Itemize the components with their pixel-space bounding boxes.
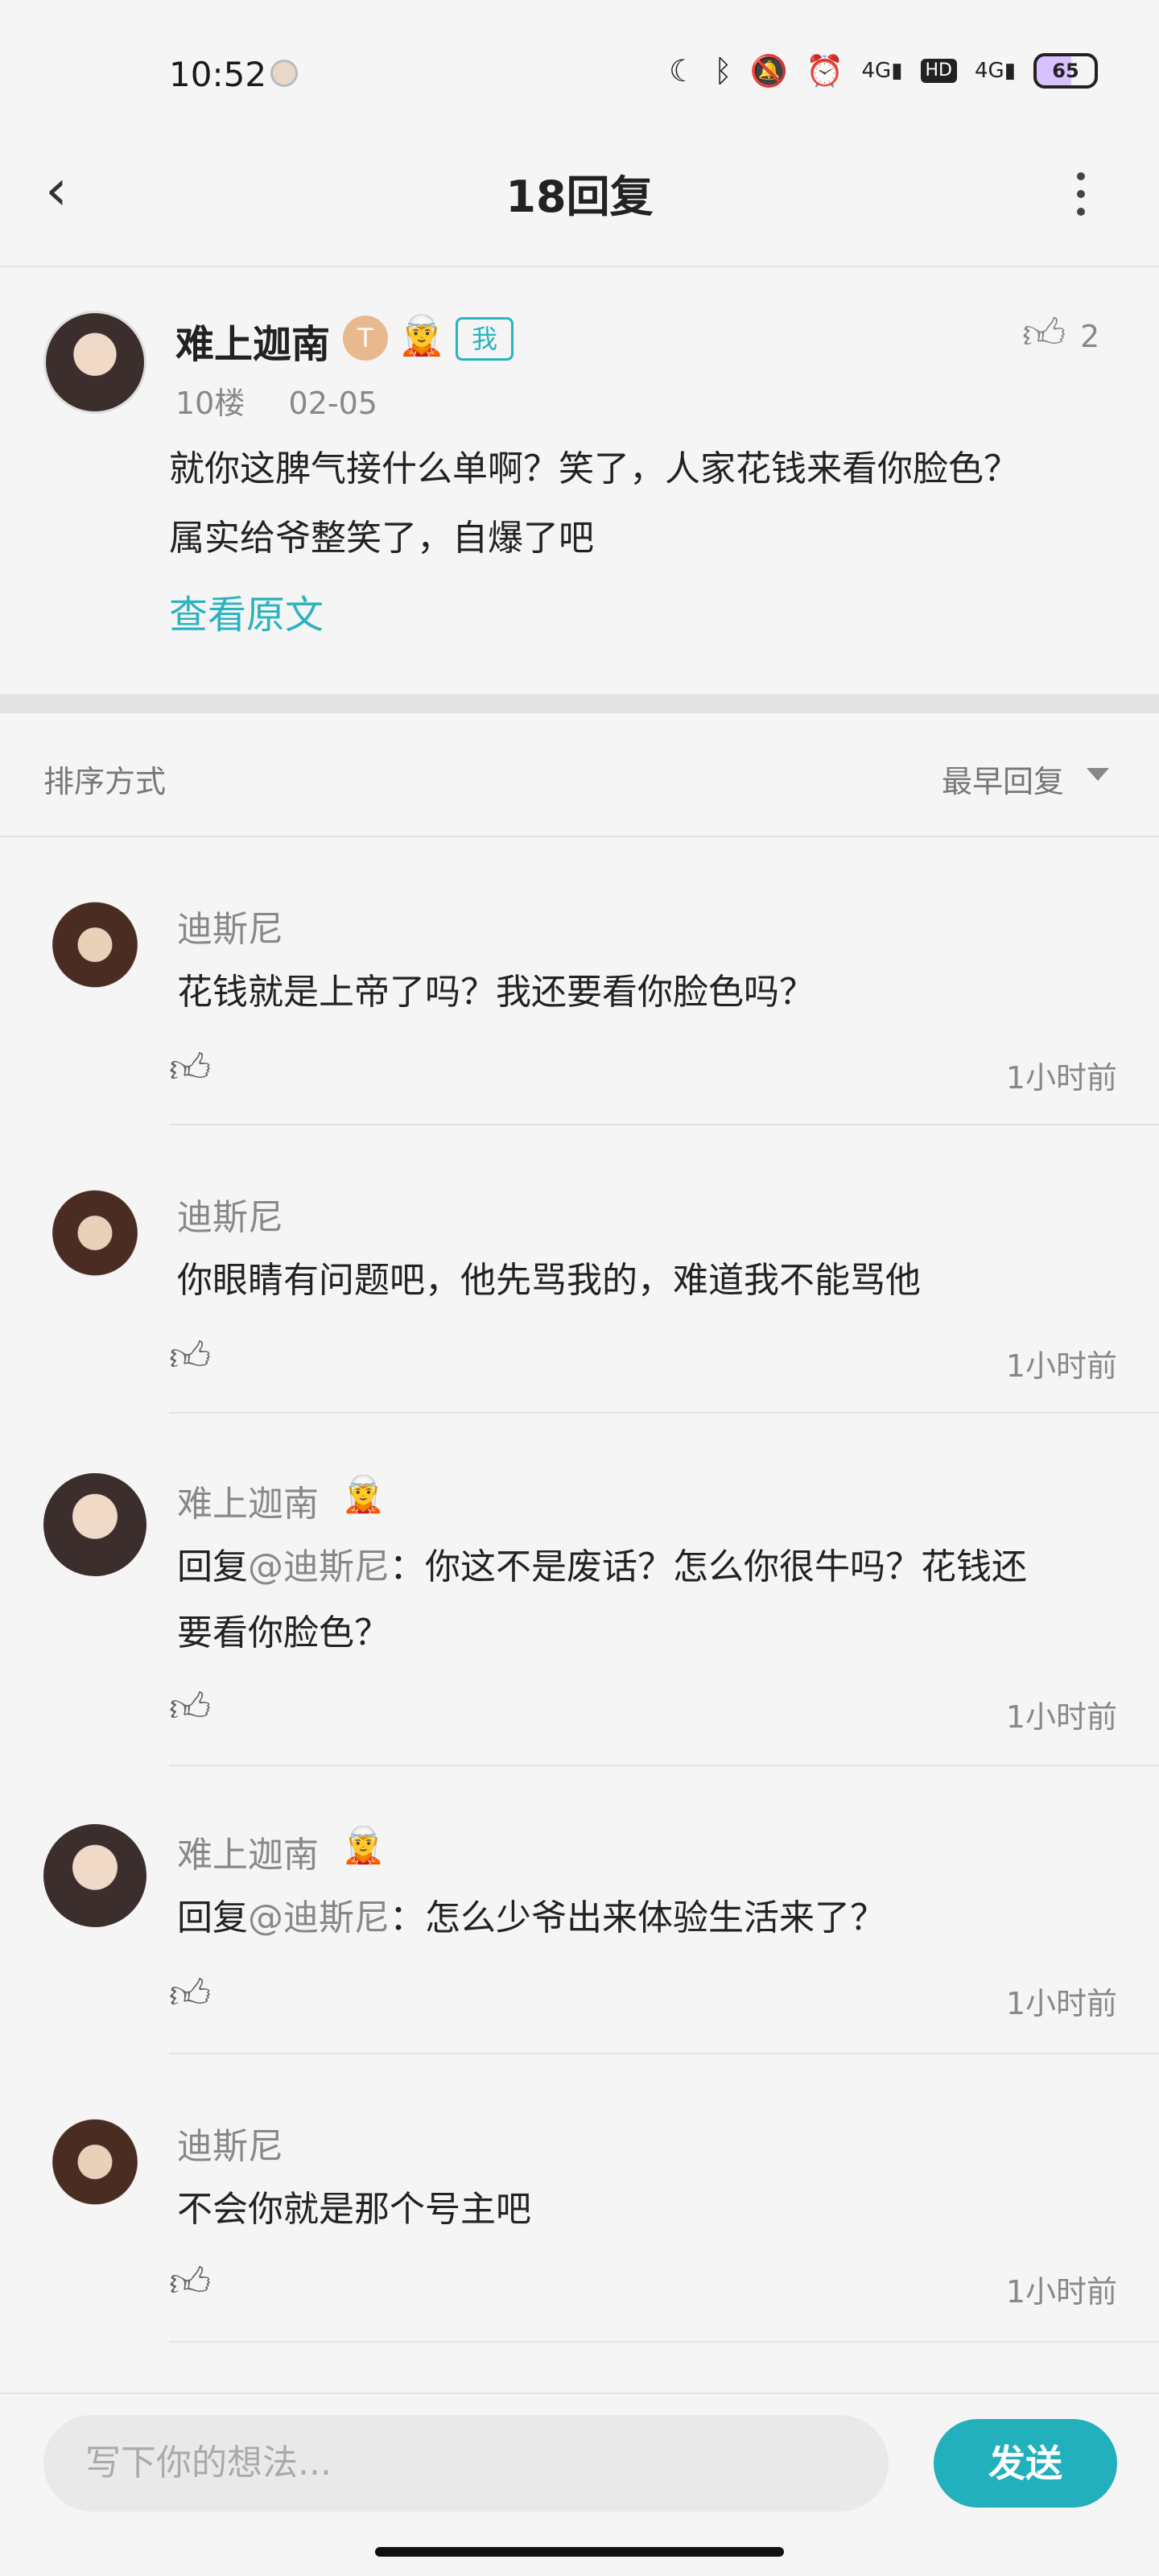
post-meta: 10楼 02-05 (175, 378, 377, 423)
mute-icon: 🔕 (749, 53, 789, 89)
page-title: 18回复 (505, 171, 654, 222)
view-original-link[interactable]: 查看原文 (169, 583, 324, 639)
signal-4g-icon: 4G▮ (975, 59, 1016, 83)
post-date: 02-05 (288, 386, 377, 421)
avatar[interactable] (43, 1824, 146, 1927)
reply-time: 1小时前 (1005, 1699, 1117, 1735)
avatar-frame-icon: 🧝 (341, 1825, 386, 1866)
mention-link[interactable]: @迪斯尼 (248, 1546, 390, 1587)
thumbs-up-icon: 👍︎ (169, 1971, 212, 2017)
reply-author-name[interactable]: 难上迦南 (177, 1475, 319, 1526)
dot (1077, 190, 1085, 198)
reply-prefix: 回复 (177, 1897, 248, 1938)
alarm-icon: ⏰ (806, 53, 844, 89)
like-button[interactable]: 👍︎ (169, 1045, 211, 1093)
battery-icon: 65 (1033, 53, 1098, 89)
reply-body: ：怎么少爷出来体验生活来了？ (390, 1897, 885, 1938)
avatar[interactable] (43, 1187, 146, 1290)
like-count: 2 (1080, 319, 1100, 354)
avatar[interactable] (43, 2116, 146, 2219)
reply-text: 回复@迪斯尼：你这不是废话？怎么你很牛吗？花钱还 要看你脸色？ (177, 1534, 1111, 1666)
thumbs-up-icon: 👍︎ (169, 1045, 212, 1092)
battery-level: 65 (1052, 60, 1079, 82)
moon-icon: ☾ (668, 53, 697, 89)
caret-down-icon[interactable] (1087, 768, 1109, 781)
reply-author-name[interactable]: 迪斯尼 (177, 2117, 283, 2169)
reply-text-line: 要看你脸色？ (177, 1612, 390, 1653)
reply-prefix: 回复 (177, 1546, 248, 1587)
like-button[interactable]: 👍︎ (169, 2259, 211, 2307)
status-icons: ☾ ᛒ 🔕 ⏰ 4G▮ HD 4G▮ 65 (669, 53, 1098, 89)
reply-divider (169, 1412, 1159, 1414)
sort-dropdown[interactable]: 最早回复 (942, 757, 1064, 801)
reply-text-line: 回复@迪斯尼：你这不是废话？怎么你很牛吗？花钱还 (177, 1534, 1111, 1600)
like-button[interactable]: 👍︎ (169, 1684, 211, 1732)
reply-time: 1小时前 (1005, 1060, 1117, 1096)
avatar-frame-icon: 🧝 (341, 1474, 386, 1515)
reply-text: 你眼睛有问题吧，他先骂我的，难道我不能骂他 (177, 1260, 921, 1301)
notification-icon (270, 60, 298, 87)
avatar[interactable] (43, 1473, 146, 1576)
comment-input[interactable]: 写下你的想法... (43, 2415, 889, 2512)
avatar[interactable] (43, 311, 146, 414)
me-badge: 我 (456, 317, 514, 361)
signal-4g-icon: 4G▮ (861, 59, 903, 83)
reply-author-name[interactable]: 迪斯尼 (177, 1188, 283, 1240)
send-button[interactable]: 发送 (934, 2419, 1117, 2508)
thumbs-up-icon: 👍︎ (169, 2259, 212, 2306)
floor-number: 10楼 (175, 386, 245, 421)
avatar[interactable] (43, 898, 146, 1001)
reply-time: 1小时前 (1005, 1348, 1117, 1384)
status-time: 10:52 (169, 55, 267, 94)
mention-link[interactable]: @迪斯尼 (248, 1897, 390, 1938)
dot (1077, 172, 1085, 180)
header-divider (0, 266, 1159, 267)
reply-author-name[interactable]: 迪斯尼 (177, 900, 283, 952)
reply-divider (169, 2341, 1159, 2343)
post-content: 就你这脾气接什么单啊？笑了，人家花钱来看你脸色？ 属实给爷整笑了，自爆了吧 (169, 435, 1119, 573)
status-bar: 10:52 ☾ ᛒ 🔕 ⏰ 4G▮ HD 4G▮ 65 (0, 0, 1159, 153)
reply-text: 花钱就是上帝了吗？我还要看你脸色吗？ (177, 972, 815, 1013)
sort-divider (0, 836, 1159, 837)
more-options-button[interactable] (1061, 166, 1101, 222)
thumbs-up-icon: 👍︎ (169, 1333, 212, 1380)
reply-divider (169, 1765, 1159, 1766)
avatar-frame-icon: 🧝 (398, 313, 446, 358)
reply-time: 1小时前 (1005, 1986, 1117, 2021)
level-badge: T (343, 316, 388, 361)
sort-label: 排序方式 (43, 764, 167, 799)
like-button[interactable]: 👍︎ (1022, 309, 1066, 359)
reply-text: 不会你就是那个号主吧 (177, 2189, 531, 2230)
reply-time: 1小时前 (1005, 2274, 1117, 2310)
thumbs-up-icon: 👍︎ (169, 1684, 212, 1731)
reply-divider (169, 1124, 1159, 1125)
like-button[interactable]: 👍︎ (169, 1333, 211, 1381)
reply-divider (169, 2053, 1159, 2054)
post-text-line: 就你这脾气接什么单啊？笑了，人家花钱来看你脸色？ (169, 448, 1019, 489)
like-button[interactable]: 👍︎ (169, 1971, 211, 2019)
dot (1077, 208, 1085, 216)
reply-text: 回复@迪斯尼：怎么少爷出来体验生活来了？ (177, 1885, 885, 1951)
bluetooth-icon: ᛒ (714, 53, 732, 89)
reply-body: ：你这不是废话？怎么你很牛吗？花钱还 (390, 1546, 1027, 1587)
home-indicator[interactable] (375, 2547, 784, 2557)
thumbs-up-icon: 👍︎ (1022, 310, 1066, 358)
section-divider (0, 694, 1159, 713)
post-author-name[interactable]: 难上迦南 (175, 312, 330, 369)
reply-author-name[interactable]: 难上迦南 (177, 1826, 319, 1877)
hd-icon: HD (920, 59, 957, 83)
post-text-line: 属实给爷整笑了，自爆了吧 (169, 518, 594, 559)
